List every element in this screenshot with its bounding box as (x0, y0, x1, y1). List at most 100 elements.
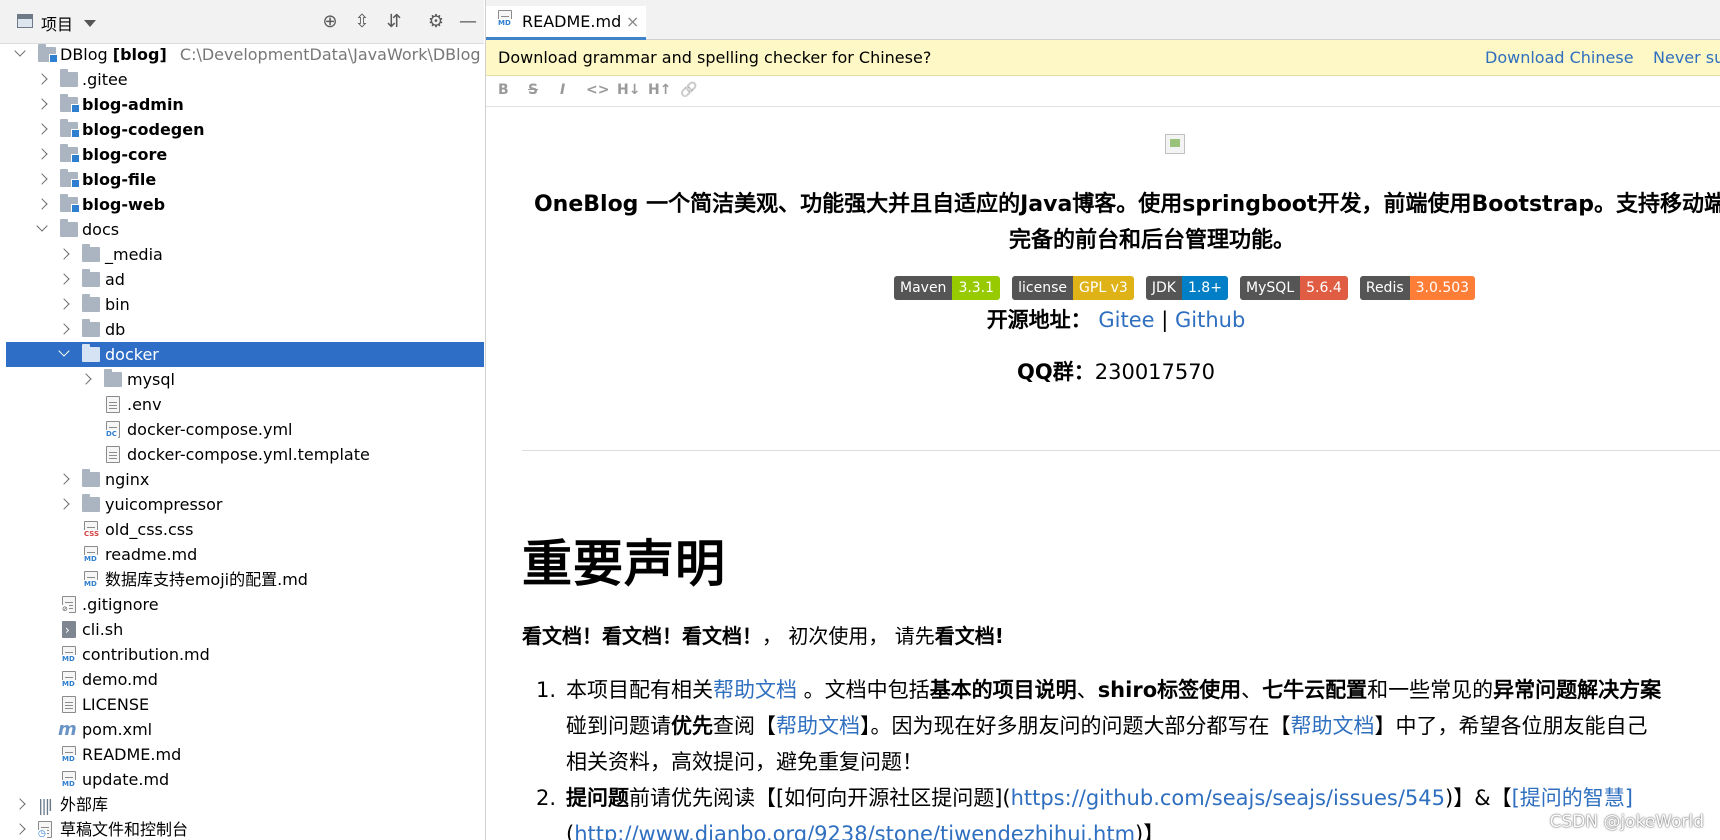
tree-row-external-libraries[interactable]: |||l 外部库 (0, 792, 484, 817)
github-link[interactable]: Github (1175, 308, 1245, 332)
tree-row-cli-sh[interactable]: cli.sh (0, 617, 484, 643)
tree-label: contribution.md (82, 645, 210, 664)
intro-line-2: 完备的前台和后台管理功能。 (1008, 228, 1295, 253)
tree-row-blog-codegen[interactable]: blog-codegen (0, 117, 484, 142)
strikethrough-icon[interactable]: S (528, 82, 538, 98)
tree-row-dblog[interactable]: DBlog [blog] C:\DevelopmentData\JavaWork… (0, 42, 484, 67)
code-icon[interactable]: <> (586, 82, 609, 98)
markdown-file-icon: MD (61, 771, 76, 788)
markdown-file-icon: MD (61, 746, 76, 763)
tree-row-contribution[interactable]: MD contribution.md (0, 642, 484, 667)
chevron-right-icon[interactable] (36, 73, 48, 85)
tree-row-blog-web[interactable]: blog-web (0, 192, 484, 217)
chevron-right-icon[interactable] (36, 198, 48, 210)
watermark: CSDN @jokeWorld (1549, 812, 1704, 832)
chevron-right-icon[interactable] (36, 148, 48, 160)
chevron-right-icon[interactable] (58, 323, 70, 335)
chevron-right-icon[interactable] (58, 273, 70, 285)
chevron-right-icon[interactable] (36, 173, 48, 185)
wisdom-link[interactable]: [提问的智慧] (1512, 786, 1633, 810)
collapse-all-icon[interactable]: ⇵ (382, 10, 406, 34)
close-icon[interactable]: × (626, 12, 639, 31)
tree-row-blog-file[interactable]: blog-file (0, 167, 484, 192)
badge-jdk[interactable]: JDK 1.8+ (1145, 276, 1228, 300)
folder-icon (82, 469, 100, 487)
tree-row-emoji-config[interactable]: MD 数据库支持emoji的配置.md (0, 567, 484, 592)
project-panel-title[interactable]: 项目 (41, 11, 73, 35)
hide-panel-icon[interactable]: — (456, 10, 480, 34)
badge-row: Maven 3.3.1 license GPL v3 JDK 1.8+ MySQL 5.… (894, 276, 1482, 300)
tree-row-gitee[interactable]: .gitee (0, 67, 484, 92)
tree-row-docs[interactable]: docs (0, 217, 484, 242)
badge-maven[interactable]: Maven 3.3.1 (894, 276, 1001, 300)
badge-mysql[interactable]: MySQL 5.6.4 (1240, 276, 1348, 300)
tree-row-docs-readme[interactable]: MD readme.md (0, 542, 484, 567)
chevron-right-icon[interactable] (58, 298, 70, 310)
tree-row-readme[interactable]: MD README.md (0, 742, 484, 767)
tree-row-blog-core[interactable]: blog-core (0, 142, 484, 167)
tree-row-media[interactable]: _media (0, 242, 484, 267)
tree-label: _media (105, 245, 163, 264)
badge-redis[interactable]: Redis 3.0.503 (1359, 276, 1476, 300)
help-docs-link[interactable]: 帮助文档 (713, 678, 797, 702)
download-chinese-link[interactable]: Download Chinese (1485, 48, 1634, 67)
tree-row-blog-admin[interactable]: blog-admin (0, 92, 484, 117)
tab-readme[interactable]: MD README.md × (486, 6, 646, 40)
tree-row-gitignore[interactable]: ⊘ .gitignore (0, 592, 484, 617)
editor-panel: MD README.md × Download grammar and spel… (485, 0, 1720, 840)
seajs-issue-link[interactable]: https://github.com/seajs/seajs/issues/54… (1011, 786, 1445, 810)
chevron-down-icon[interactable] (84, 20, 96, 27)
maven-icon: m (58, 719, 77, 740)
bold-icon[interactable]: B (498, 82, 509, 98)
tree-row-docker-compose-template[interactable]: docker-compose.yml.template (0, 442, 484, 467)
header-decrease-icon[interactable]: H↓ (617, 82, 640, 98)
link-icon[interactable]: 🔗 (680, 82, 697, 98)
header-increase-icon[interactable]: H↑ (648, 82, 671, 98)
badge-license[interactable]: license GPL v3 (1012, 276, 1134, 300)
chevron-down-icon[interactable] (36, 220, 48, 232)
tree-row-docker-compose[interactable]: DC docker-compose.yml (0, 417, 484, 442)
never-suggest-link[interactable]: Never su (1653, 48, 1720, 67)
locate-icon[interactable]: ⊕ (318, 10, 342, 34)
chevron-right-icon[interactable] (58, 498, 70, 510)
tree-label: .gitee (82, 70, 128, 89)
intro-paragraph: OneBlog 一个简洁美观、功能强大并且自适应的Java博客。使用spring… (522, 187, 1720, 259)
tree-row-old-css[interactable]: CSS old_css.css (0, 517, 484, 542)
tree-row-docker[interactable]: docker (6, 342, 484, 367)
tree-row-db[interactable]: db (0, 317, 484, 342)
italic-icon[interactable]: I (560, 82, 565, 98)
tree-label: blog-codegen (82, 120, 205, 139)
tree-row-demo[interactable]: MD demo.md (0, 667, 484, 692)
tree-row-license[interactable]: LICENSE (0, 692, 484, 717)
tree-label: .gitignore (82, 595, 159, 614)
tree-row-mysql[interactable]: mysql (0, 367, 484, 392)
chevron-right-icon[interactable] (80, 373, 92, 385)
chevron-right-icon[interactable] (14, 823, 26, 835)
help-docs-link[interactable]: 帮助文档 (1291, 714, 1375, 738)
chevron-right-icon[interactable] (58, 473, 70, 485)
expand-all-icon[interactable]: ⇳ (350, 10, 374, 34)
tree-row-yuicompressor[interactable]: yuicompressor (0, 492, 484, 517)
tree-label: docs (82, 220, 120, 239)
tree-row-pom[interactable]: m pom.xml (0, 717, 484, 742)
tree-row-ad[interactable]: ad (0, 267, 484, 292)
gitee-link[interactable]: Gitee (1098, 308, 1154, 332)
list-item: 1. 本项目配有相关帮助文档 。文档中包括基本的项目说明、shiro标签使用、七… (536, 672, 1720, 780)
tree-row-update[interactable]: MD update.md (0, 767, 484, 792)
chevron-right-icon[interactable] (36, 123, 48, 135)
tree-row-scratches[interactable]: ◷ 草稿文件和控制台 (0, 817, 484, 840)
help-docs-link[interactable]: 帮助文档 (776, 714, 860, 738)
chevron-down-icon[interactable] (58, 345, 70, 357)
tree-row-nginx[interactable]: nginx (0, 467, 484, 492)
tree-row-bin[interactable]: bin (0, 292, 484, 317)
chevron-right-icon[interactable] (36, 98, 48, 110)
chevron-right-icon[interactable] (58, 248, 70, 260)
folder-icon (104, 369, 122, 387)
chevron-down-icon[interactable] (14, 45, 26, 57)
dianbo-link[interactable]: http://www.dianbo.org/9238/stone/tiwende… (574, 822, 1135, 840)
tree-label: blog-web (82, 195, 166, 214)
markdown-file-icon: MD (83, 546, 98, 563)
tree-row-env[interactable]: .env (0, 392, 484, 417)
gear-icon[interactable]: ⚙ (424, 10, 448, 34)
chevron-right-icon[interactable] (14, 798, 26, 810)
